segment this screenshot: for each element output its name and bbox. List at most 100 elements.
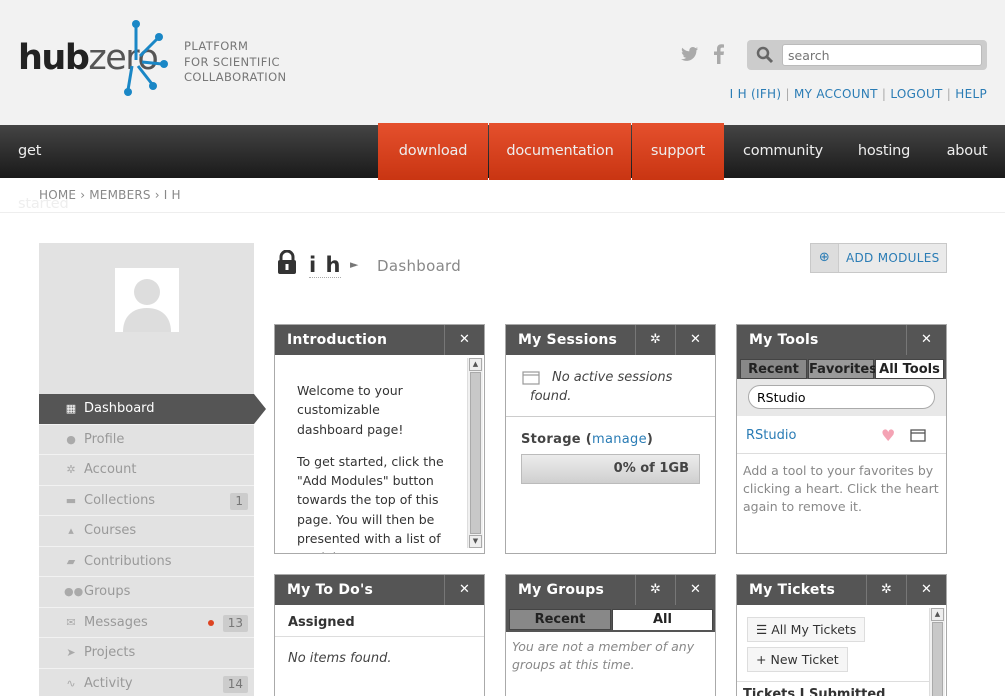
tools-help-text: Add a tool to your favorites by clicking… [743,463,939,514]
close-icon[interactable]: ✕ [906,575,946,605]
gear-icon[interactable]: ✲ [635,575,675,605]
avatar[interactable] [115,268,179,332]
module-groups: My Groups ✲ ✕ Recent All You are not a m… [505,574,716,696]
heart-icon[interactable]: ♥ [881,426,895,445]
count-badge: 1 [230,492,248,510]
tab-all-tools[interactable]: All Tools [875,359,944,379]
module-todos: My To Do's ✕ Assigned No items found. [274,574,485,696]
storage-label: Storage (manage) [521,432,654,447]
scroll-up-icon[interactable]: ▲ [931,608,944,621]
user-name-link[interactable]: I H (IFH) [730,87,782,101]
sidebar-item-projects[interactable]: ➤ Projects [39,638,254,669]
scroll-thumb[interactable] [470,372,481,534]
nav-get-started[interactable]: get started [18,125,96,212]
launch-window-icon[interactable] [910,429,926,445]
tool-search-input[interactable] [748,385,935,409]
breadcrumb-members[interactable]: MEMBERS [89,188,150,202]
sidebar-item-label: Messages [84,614,148,630]
sidebar-item-messages[interactable]: ✉ Messages 13 [39,607,254,638]
gear-icon[interactable]: ✲ [635,325,675,355]
nav-community[interactable]: community [734,125,832,178]
module-header: My To Do's ✕ [275,575,484,605]
sidebar-item-account[interactable]: ✲ Account [39,455,254,486]
tool-result-link[interactable]: RStudio [746,428,796,443]
nav-about[interactable]: about [937,125,997,178]
nav-support[interactable]: support [632,123,724,180]
scroll-down-icon[interactable]: ▼ [469,535,482,548]
gear-icon[interactable]: ✲ [866,575,906,605]
nav-hosting[interactable]: hosting [850,125,918,178]
sidebar-item-contributions[interactable]: ▰ Contributions [39,546,254,577]
module-tools: My Tools ✕ Recent Favorites All Tools RS… [736,324,947,554]
sidebar-item-activity[interactable]: ∿ Activity 14 [39,668,254,696]
scroll-up-icon[interactable]: ▲ [469,358,482,371]
tool-search-area [737,379,946,416]
sidebar-item-label: Collections [84,492,156,508]
book-icon: ▰ [66,554,76,568]
close-icon[interactable]: ✕ [906,325,946,355]
scroll-thumb[interactable] [932,622,943,696]
sidebar-item-label: Activity [84,675,133,691]
close-icon[interactable]: ✕ [675,325,715,355]
module-title: My Tickets [749,582,836,598]
my-account-link[interactable]: MY ACCOUNT [794,87,878,101]
tab-recent[interactable]: Recent [509,609,611,630]
member-sidebar: ▦ Dashboard ● Profile ✲ Account ▬ Collec… [39,243,266,696]
module-title: My To Do's [287,582,373,598]
sidebar-item-courses[interactable]: ▴ Courses [39,516,254,547]
breadcrumb-user[interactable]: I H [164,188,181,202]
divider [737,681,930,682]
list-icon: ☰ [756,622,768,637]
page-subtitle: Dashboard [377,257,462,275]
sidebar-item-label: Profile [84,431,125,447]
facebook-icon[interactable] [714,44,724,68]
new-ticket-button[interactable]: + New Ticket [747,647,848,672]
close-icon[interactable]: ✕ [675,575,715,605]
sidebar-item-label: Projects [84,645,136,660]
search-icon[interactable] [756,46,774,64]
sidebar-item-groups[interactable]: ●● Groups [39,577,254,608]
sidebar-item-label: Account [84,462,137,477]
close-icon[interactable]: ✕ [444,325,484,355]
manage-link[interactable]: manage [592,432,647,447]
sidebar-item-collections[interactable]: ▬ Collections 1 [39,485,254,516]
nav-documentation[interactable]: documentation [489,123,631,180]
cogs-icon: ✲ [66,463,76,476]
archive-icon: ▬ [65,493,77,507]
tab-all[interactable]: All [612,609,713,630]
storage-value: 0% of 1GB [613,461,689,476]
divider [506,416,715,417]
pulse-icon: ∿ [66,676,76,690]
module-body: Assigned No items found. [275,605,484,696]
divider [737,453,946,454]
sidebar-item-profile[interactable]: ● Profile [39,424,254,455]
all-my-tickets-button[interactable]: ☰ All My Tickets [747,617,866,642]
section-heading: Assigned [288,615,355,630]
nav-download[interactable]: download [378,123,488,180]
logout-link[interactable]: LOGOUT [890,87,942,101]
sidebar-item-dashboard[interactable]: ▦ Dashboard [39,394,266,425]
user-links: I H (IFH) | MY ACCOUNT | LOGOUT | HELP [729,87,987,101]
module-title: My Sessions [518,332,618,348]
divider [0,212,1005,213]
help-link[interactable]: HELP [955,87,987,101]
search-input[interactable] [782,44,982,66]
breadcrumb-home[interactable]: HOME [39,188,76,202]
empty-message: You are not a member of any groups at th… [512,639,695,672]
search-box [747,40,987,70]
scrollbar[interactable]: ▲ ▼ [467,358,483,548]
site-header: hubzero PLATFORM FOR SCIENTIFIC COLLABOR… [0,0,1005,125]
module-introduction: Introduction ✕ Welcome to your customiza… [274,324,485,554]
twitter-icon[interactable] [681,46,699,66]
tab-recent[interactable]: Recent [740,359,807,379]
close-icon[interactable]: ✕ [444,575,484,605]
envelope-icon: ✉ [66,615,76,629]
plus-icon: + [756,652,767,667]
sidebar-menu: ▦ Dashboard ● Profile ✲ Account ▬ Collec… [39,394,266,696]
module-tickets: My Tickets ✲ ✕ ☰ All My Tickets + New Ti… [736,574,947,696]
hubzero-logo[interactable]: hubzero [18,18,168,98]
tab-favorites[interactable]: Favorites [808,359,877,379]
add-modules-button[interactable]: ⊕ ADD MODULES [810,243,947,273]
module-body: You are not a member of any groups at th… [506,632,715,696]
scrollbar[interactable]: ▲ [929,608,945,696]
